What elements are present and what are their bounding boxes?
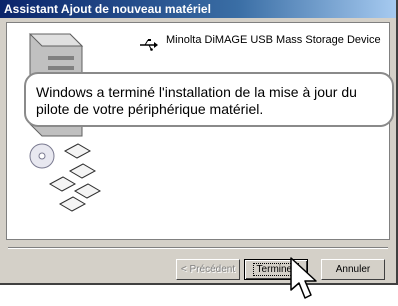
- wizard-window: Assistant Ajout de nouveau matériel Mino…: [0, 0, 398, 285]
- cancel-button-label: Annuler: [335, 264, 371, 275]
- back-button[interactable]: < Précédent: [176, 259, 240, 280]
- back-button-label: < Précédent: [180, 264, 236, 275]
- window-title: Assistant Ajout de nouveau matériel: [0, 0, 396, 18]
- pointer-cursor-icon: [290, 257, 317, 299]
- cancel-button[interactable]: Annuler: [321, 259, 385, 280]
- message-callout: Windows a terminé l'installation de la m…: [24, 72, 394, 127]
- device-name: Minolta DiMAGE USB Mass Storage Device: [166, 34, 381, 46]
- separator: [8, 247, 388, 249]
- usb-icon: [140, 39, 158, 51]
